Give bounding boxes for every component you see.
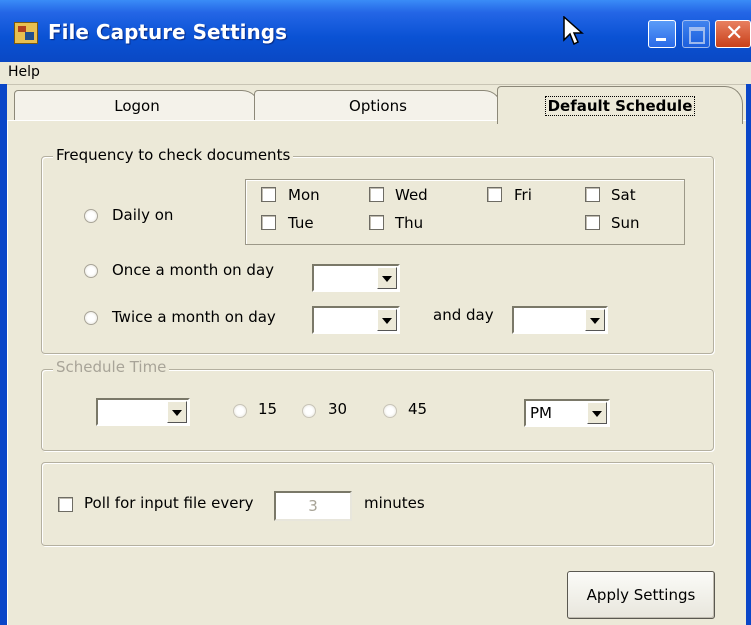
label-wed: Wed — [395, 186, 428, 204]
app-icon — [14, 22, 38, 44]
tab-options[interactable]: Options — [254, 90, 502, 120]
checkbox-fri[interactable] — [487, 187, 502, 202]
ampm-value: PM — [530, 404, 552, 422]
minute-15-radio[interactable] — [233, 404, 247, 418]
menu-help[interactable]: Help — [8, 64, 40, 80]
poll-checkbox[interactable] — [58, 497, 73, 512]
chevron-down-icon[interactable] — [587, 402, 607, 424]
ampm-combo[interactable]: PM — [524, 399, 610, 427]
poll-label: Poll for input file every — [84, 494, 254, 512]
label-tue: Tue — [288, 214, 314, 232]
poll-minutes-input[interactable]: 3 — [274, 491, 352, 521]
checkbox-sun[interactable] — [585, 215, 600, 230]
label-sat: Sat — [611, 186, 636, 204]
chevron-down-icon[interactable] — [377, 267, 397, 289]
twice-monthly-radio[interactable] — [84, 311, 98, 325]
twice-day1-combo[interactable] — [312, 306, 400, 334]
minute-30-label: 30 — [328, 400, 348, 418]
checkbox-thu[interactable] — [369, 215, 384, 230]
poll-unit-label: minutes — [364, 494, 425, 512]
chevron-down-icon[interactable] — [167, 401, 187, 423]
tab-logon[interactable]: Logon — [14, 90, 260, 120]
label-mon: Mon — [288, 186, 320, 204]
minute-45-label: 45 — [408, 400, 428, 418]
window-frame-left — [0, 84, 7, 625]
maximize-button[interactable] — [682, 20, 710, 48]
apply-settings-button[interactable]: Apply Settings — [567, 571, 715, 619]
checkbox-mon[interactable] — [261, 187, 276, 202]
monthly-day-combo[interactable] — [312, 264, 400, 292]
label-fri: Fri — [514, 186, 532, 204]
schedule-time-label: Schedule Time — [53, 358, 170, 376]
daily-label: Daily on — [112, 206, 174, 224]
daily-radio[interactable] — [84, 209, 98, 223]
chevron-down-icon[interactable] — [377, 309, 397, 331]
minimize-button[interactable] — [648, 20, 676, 48]
checkbox-tue[interactable] — [261, 215, 276, 230]
menu-bar — [0, 62, 751, 85]
twice-day2-combo[interactable] — [512, 306, 608, 334]
twice-monthly-label: Twice a month on day — [112, 308, 276, 326]
minute-45-radio[interactable] — [383, 404, 397, 418]
hour-combo[interactable] — [96, 398, 190, 426]
minute-30-radio[interactable] — [302, 404, 316, 418]
label-thu: Thu — [395, 214, 424, 232]
minute-15-label: 15 — [258, 400, 278, 418]
tab-default-schedule[interactable]: Default Schedule — [497, 86, 743, 124]
window-title: File Capture Settings — [48, 20, 287, 44]
window-frame-right — [746, 84, 751, 625]
and-day-label: and day — [433, 306, 494, 324]
chevron-down-icon[interactable] — [585, 309, 605, 331]
mouse-cursor-icon — [563, 16, 584, 46]
label-sun: Sun — [611, 214, 640, 232]
checkbox-wed[interactable] — [369, 187, 384, 202]
close-button[interactable]: ✕ — [715, 20, 751, 48]
once-monthly-radio[interactable] — [84, 264, 98, 278]
once-monthly-label: Once a month on day — [112, 261, 275, 279]
tab-default-schedule-label: Default Schedule — [544, 96, 696, 116]
close-icon: ✕ — [725, 21, 744, 46]
checkbox-sat[interactable] — [585, 187, 600, 202]
frequency-group-label: Frequency to check documents — [53, 146, 294, 164]
